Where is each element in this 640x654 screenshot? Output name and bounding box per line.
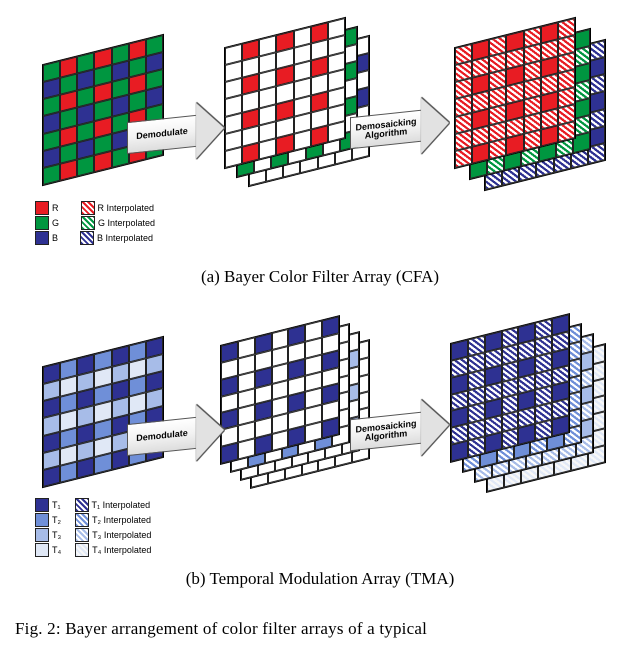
legend-ri: R Interpolated <box>98 203 155 213</box>
legend-t3i: T₃ Interpolated <box>92 530 151 540</box>
panel-a-stage: Demodulate Demosaicking Algorithm R R In… <box>15 15 625 265</box>
arrow-head-icon <box>421 95 449 154</box>
swatch-b-interp-icon <box>80 231 94 245</box>
legend-t2i: T₂ Interpolated <box>92 515 151 525</box>
arrow-demosaick-b: Demosaicking Algorithm <box>350 397 449 463</box>
panel-b-stage: Demodulate Demosaicking Algorithm T₁ T₁ … <box>15 317 625 567</box>
arrow-demosaick-a-label: Demosaicking Algorithm <box>350 110 421 149</box>
swatch-g-icon <box>35 216 49 230</box>
figure-bottom-text: Fig. 2: Bayer arrangement of color filte… <box>15 619 625 639</box>
arrow-demodulate-a: Demodulate <box>127 100 224 166</box>
swatch-t4-icon <box>35 543 49 557</box>
legend-t4: T₄ <box>52 545 61 555</box>
legend-b: T₁ T₁ Interpolated T₂ T₂ Interpolated T₃… <box>35 497 151 558</box>
arrow-demosaick-a: Demosaicking Algorithm <box>350 95 449 161</box>
arrow-demodulate-a-label: Demodulate <box>127 115 196 154</box>
swatch-b-icon <box>35 231 49 245</box>
swatch-t4-interp-icon <box>75 543 89 557</box>
swatch-t1-icon <box>35 498 49 512</box>
caption-b: (b) Temporal Modulation Array (TMA) <box>15 569 625 589</box>
legend-t1i: T₁ Interpolated <box>92 500 151 510</box>
caption-a: (a) Bayer Color Filter Array (CFA) <box>15 267 625 287</box>
legend-t4i: T₄ Interpolated <box>92 545 151 555</box>
panel-b: Demodulate Demosaicking Algorithm T₁ T₁ … <box>15 317 625 589</box>
legend-t2: T₂ <box>52 515 61 525</box>
swatch-r-icon <box>35 201 49 215</box>
arrow-head-icon <box>196 100 224 159</box>
legend-b: B <box>52 233 58 243</box>
swatch-g-interp-icon <box>81 216 95 230</box>
legend-gi: G Interpolated <box>98 218 155 228</box>
legend-t3: T₃ <box>52 530 61 540</box>
legend-r: R <box>52 203 59 213</box>
legend-a: R R Interpolated G G Interpolated B B In… <box>35 200 155 246</box>
legend-g: G <box>52 218 59 228</box>
swatch-t3-icon <box>35 528 49 542</box>
arrow-demodulate-b: Demodulate <box>127 402 224 468</box>
arrow-demodulate-b-label: Demodulate <box>127 417 196 456</box>
arrow-head-icon <box>421 397 449 456</box>
swatch-t2-interp-icon <box>75 513 89 527</box>
swatch-t2-icon <box>35 513 49 527</box>
swatch-t1-interp-icon <box>75 498 89 512</box>
legend-t1: T₁ <box>52 500 61 510</box>
swatch-r-interp-icon <box>81 201 95 215</box>
swatch-t3-interp-icon <box>75 528 89 542</box>
panel-a: Demodulate Demosaicking Algorithm R R In… <box>15 15 625 287</box>
arrow-demosaick-b-label: Demosaicking Algorithm <box>350 412 421 451</box>
arrow-head-icon <box>196 402 224 461</box>
legend-bi: B Interpolated <box>97 233 153 243</box>
